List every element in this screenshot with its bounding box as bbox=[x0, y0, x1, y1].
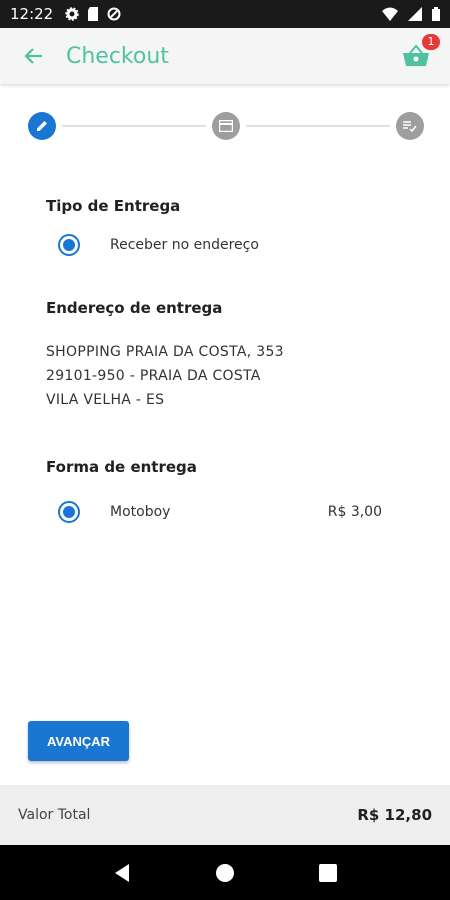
delivery-type-title: Tipo de Entrega bbox=[46, 197, 181, 215]
delivery-method-title: Forma de entrega bbox=[46, 458, 197, 476]
nav-home-button[interactable] bbox=[205, 853, 245, 893]
app-bar: Checkout 1 bbox=[0, 28, 450, 84]
page-title: Checkout bbox=[66, 43, 169, 69]
wifi-icon bbox=[382, 7, 398, 21]
battery-icon bbox=[432, 7, 440, 21]
address-line-2: 29101-950 - PRAIA DA COSTA bbox=[46, 368, 261, 384]
square-recents-icon bbox=[319, 863, 338, 882]
delivery-method-radio[interactable] bbox=[58, 501, 80, 523]
address-line-3: VILA VELHA - ES bbox=[46, 392, 165, 408]
address-title: Endereço de entrega bbox=[46, 299, 223, 317]
cart-count-badge: 1 bbox=[422, 34, 440, 50]
address-line-1: SHOPPING PRAIA DA COSTA, 353 bbox=[46, 344, 284, 360]
step-payment[interactable] bbox=[212, 112, 240, 140]
checkout-stepper bbox=[28, 112, 424, 140]
sd-card-icon bbox=[88, 7, 99, 21]
advance-button[interactable]: AVANÇAR bbox=[28, 721, 129, 761]
gear-icon bbox=[65, 7, 79, 21]
total-label: Valor Total bbox=[18, 807, 91, 823]
delivery-method-option[interactable]: Motoboy R$ 3,00 bbox=[58, 499, 398, 525]
delivery-method-label: Motoboy bbox=[110, 504, 171, 520]
edit-icon bbox=[37, 121, 47, 131]
nav-back-button[interactable] bbox=[102, 853, 142, 893]
nav-recents-button[interactable] bbox=[308, 853, 348, 893]
signal-icon bbox=[408, 7, 422, 21]
status-time: 12:22 bbox=[10, 5, 54, 23]
delivery-type-option[interactable]: Receber no endereço bbox=[58, 232, 398, 258]
checklist-icon bbox=[403, 121, 417, 132]
stepper-line bbox=[62, 125, 206, 127]
delivery-type-radio[interactable] bbox=[58, 234, 80, 256]
delivery-type-label: Receber no endereço bbox=[110, 237, 259, 253]
total-bar: Valor Total R$ 12,80 bbox=[0, 785, 450, 845]
cart-button[interactable]: 1 bbox=[398, 34, 440, 74]
delivery-address: SHOPPING PRAIA DA COSTA, 353 29101-950 -… bbox=[46, 340, 284, 412]
delivery-method-price: R$ 3,00 bbox=[327, 504, 382, 520]
step-delivery[interactable] bbox=[28, 112, 56, 140]
stepper-line bbox=[246, 125, 390, 127]
card-icon bbox=[219, 120, 233, 132]
sync-icon bbox=[107, 7, 121, 21]
circle-home-icon bbox=[215, 863, 234, 882]
total-value: R$ 12,80 bbox=[357, 806, 432, 824]
system-nav-bar bbox=[0, 845, 450, 900]
step-review[interactable] bbox=[396, 112, 424, 140]
arrow-back-icon bbox=[24, 48, 42, 64]
triangle-back-icon bbox=[114, 863, 129, 882]
back-button[interactable] bbox=[14, 36, 54, 76]
status-bar: 12:22 bbox=[0, 0, 450, 28]
